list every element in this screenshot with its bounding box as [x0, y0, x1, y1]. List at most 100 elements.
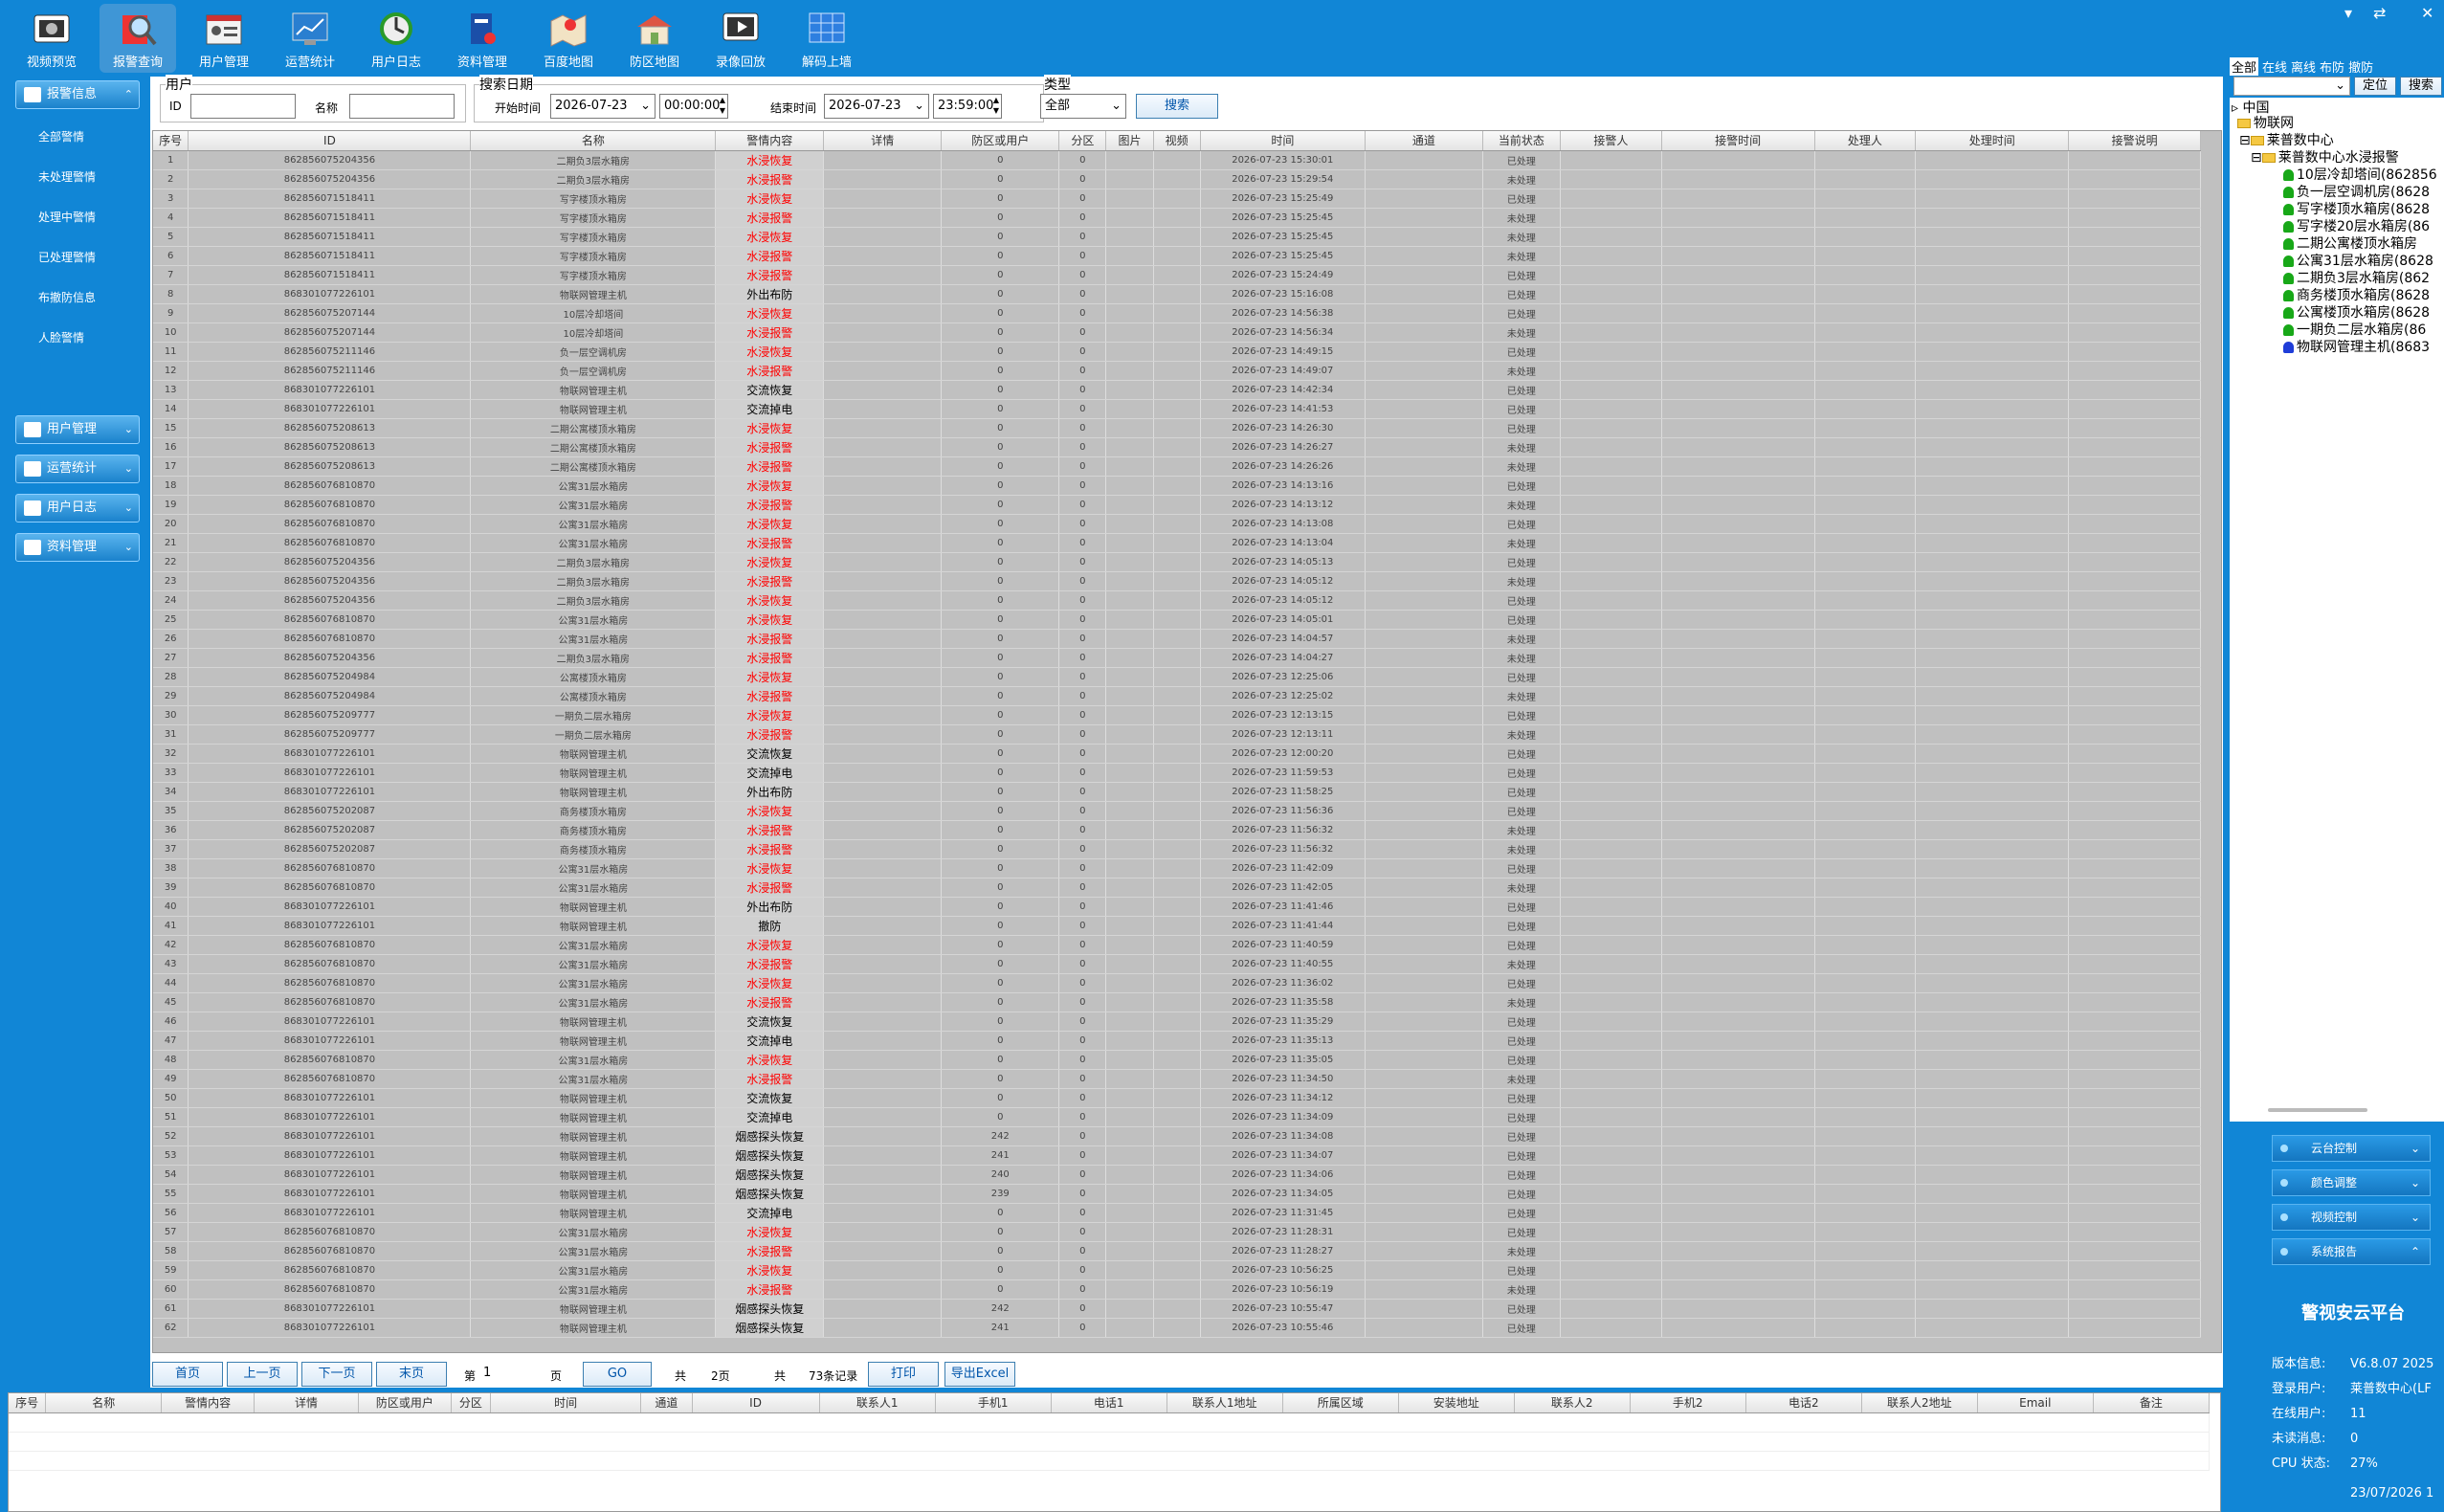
table-row[interactable]: 39 862856076810870 公寓31层水箱房 水浸报警 0 0 2026-07-2…: [153, 878, 2201, 898]
table-row[interactable]: 3 862856071518411 写字楼顶水箱房 水浸恢复 0 0 2026-07-23 …: [153, 189, 2201, 209]
table-row[interactable]: 38 862856076810870 公寓31层水箱房 水浸恢复 0 0 2026-07-2…: [153, 858, 2201, 878]
table-row[interactable]: 10 862856075207144 10层冷却塔间 水浸报警 0 0 2026-07-23…: [153, 322, 2201, 343]
table-row[interactable]: 62 868301077226101 物联网管理主机 烟感探头恢复 241 0 2026-0…: [153, 1318, 2201, 1338]
column-header[interactable]: 处理时间: [1915, 131, 2070, 151]
toolbar-data-manage[interactable]: 资料管理: [444, 4, 521, 73]
column-header[interactable]: 联系人2地址: [1861, 1393, 1978, 1413]
print-button[interactable]: 打印: [868, 1362, 939, 1387]
column-header[interactable]: 联系人1地址: [1166, 1393, 1283, 1413]
tree-node-device[interactable]: 公寓楼顶水箱房(8628: [2283, 302, 2430, 322]
column-header[interactable]: 接警说明: [2068, 131, 2201, 151]
column-header[interactable]: 序号: [9, 1393, 47, 1413]
table-row[interactable]: 17 862856075208613 二期公寓楼顶水箱房 水浸报警 0 0 2026-07-…: [153, 456, 2201, 477]
table-row[interactable]: 36 862856075202087 商务楼顶水箱房 水浸报警 0 0 2026-07-23…: [153, 820, 2201, 840]
table-row[interactable]: 34 868301077226101 物联网管理主机 外出布防 0 0 2026-07-23…: [153, 782, 2201, 802]
column-header[interactable]: 手机2: [1630, 1393, 1746, 1413]
table-row[interactable]: 22 862856075204356 二期负3层水箱房 水浸恢复 0 0 2026-07-2…: [153, 552, 2201, 572]
tree-node-device[interactable]: 负一层空调机房(8628: [2283, 182, 2430, 201]
nav-item-face-alarm[interactable]: 人脸警情: [38, 329, 84, 345]
column-header[interactable]: 通道: [640, 1393, 693, 1413]
column-header[interactable]: 通道: [1365, 131, 1483, 151]
column-header[interactable]: ID: [692, 1393, 820, 1413]
table-row[interactable]: 1 862856075204356 二期负3层水箱房 水浸恢复 0 0 2026-07-23…: [153, 150, 2201, 170]
column-header[interactable]: 安装地址: [1398, 1393, 1515, 1413]
table-row[interactable]: 45 862856076810870 公寓31层水箱房 水浸报警 0 0 2026-07-2…: [153, 992, 2201, 1012]
table-row[interactable]: 44 862856076810870 公寓31层水箱房 水浸恢复 0 0 2026-07-2…: [153, 973, 2201, 993]
tree-node-device[interactable]: 写字楼20层水箱房(86: [2283, 216, 2430, 235]
column-header[interactable]: 接警时间: [1661, 131, 1815, 151]
table-row[interactable]: 33 868301077226101 物联网管理主机 交流掉电 0 0 2026-07-23…: [153, 763, 2201, 783]
nav-item-handling[interactable]: 处理中警情: [38, 209, 96, 225]
column-header[interactable]: 防区或用户: [358, 1393, 452, 1413]
nav-group-user-log[interactable]: 用户日志 ⌄: [15, 494, 140, 523]
tab-offline[interactable]: 离线: [2291, 57, 2316, 76]
table-row[interactable]: 16 862856075208613 二期公寓楼顶水箱房 水浸报警 0 0 2026-07-…: [153, 437, 2201, 457]
color-adjust-button[interactable]: 颜色调整 ⌄: [2272, 1169, 2431, 1196]
tab-armed[interactable]: 布防: [2320, 57, 2344, 76]
table-row[interactable]: 58 862856076810870 公寓31层水箱房 水浸报警 0 0 2026-07-2…: [153, 1241, 2201, 1261]
column-header[interactable]: 时间: [490, 1393, 642, 1413]
next-page-button[interactable]: 下一页: [301, 1362, 372, 1387]
table-row[interactable]: 5 862856071518411 写字楼顶水箱房 水浸恢复 0 0 2026-07-23 …: [153, 227, 2201, 247]
video-control-button[interactable]: 视频控制 ⌄: [2272, 1204, 2431, 1231]
column-header[interactable]: 详情: [254, 1393, 359, 1413]
toolbar-decode-wall[interactable]: 解码上墙: [789, 4, 865, 73]
table-row[interactable]: 56 868301077226101 物联网管理主机 交流掉电 0 0 2026-07-23…: [153, 1203, 2201, 1223]
table-row[interactable]: 59 862856076810870 公寓31层水箱房 水浸恢复 0 0 2026-07-2…: [153, 1260, 2201, 1280]
tree-node-iot[interactable]: 物联网: [2237, 113, 2294, 132]
table-row[interactable]: 13 868301077226101 物联网管理主机 交流恢复 0 0 2026-07-23…: [153, 380, 2201, 400]
table-row[interactable]: 49 862856076810870 公寓31层水箱房 水浸报警 0 0 2026-07-2…: [153, 1069, 2201, 1089]
nav-group-data-manage[interactable]: 资料管理 ⌄: [15, 533, 140, 562]
tree-node-device[interactable]: 二期公寓楼顶水箱房: [2283, 233, 2417, 253]
column-header[interactable]: 警情内容: [161, 1393, 256, 1413]
column-header[interactable]: 分区: [1058, 131, 1107, 151]
table-row[interactable]: 53 868301077226101 物联网管理主机 烟感探头恢复 241 0 2026-0…: [153, 1145, 2201, 1166]
table-row[interactable]: 29 862856075204984 公寓楼顶水箱房 水浸报警 0 0 2026-07-23…: [153, 686, 2201, 706]
restore-icon[interactable]: ⇄: [2373, 4, 2386, 22]
table-row[interactable]: 11 862856075211146 负一层空调机房 水浸恢复 0 0 2026-07-23…: [153, 342, 2201, 362]
table-row[interactable]: 6 862856071518411 写字楼顶水箱房 水浸报警 0 0 2026-07-23 …: [153, 246, 2201, 266]
table-row[interactable]: 61 868301077226101 物联网管理主机 烟感探头恢复 242 0 2026-0…: [153, 1299, 2201, 1319]
column-header[interactable]: 联系人2: [1514, 1393, 1631, 1413]
table-row[interactable]: 4 862856071518411 写字楼顶水箱房 水浸报警 0 0 2026-07-23 …: [153, 208, 2201, 228]
toolbar-zone-map[interactable]: 防区地图: [616, 4, 693, 73]
table-row[interactable]: 37 862856075202087 商务楼顶水箱房 水浸报警 0 0 2026-07-23…: [153, 839, 2201, 859]
table-row[interactable]: 50 868301077226101 物联网管理主机 交流恢复 0 0 2026-07-23…: [153, 1088, 2201, 1108]
toolbar-baidu-map[interactable]: 百度地图: [530, 4, 607, 73]
column-header[interactable]: 警情内容: [715, 131, 825, 151]
prev-page-button[interactable]: 上一页: [227, 1362, 298, 1387]
tree-scrollbar[interactable]: [2268, 1108, 2367, 1112]
table-row[interactable]: 7 862856071518411 写字楼顶水箱房 水浸报警 0 0 2026-07-23 …: [153, 265, 2201, 285]
column-header[interactable]: 联系人1: [819, 1393, 936, 1413]
table-row[interactable]: 40 868301077226101 物联网管理主机 外出布防 0 0 2026-07-23…: [153, 897, 2201, 917]
column-header[interactable]: 名称: [45, 1393, 163, 1413]
tree-node-device[interactable]: 二期负3层水箱房(862: [2283, 268, 2430, 287]
table-row[interactable]: 55 868301077226101 物联网管理主机 烟感探头恢复 239 0 2026-0…: [153, 1184, 2201, 1204]
search-button[interactable]: 搜索: [1136, 94, 1218, 119]
locate-button[interactable]: 定位: [2354, 77, 2396, 96]
table-row[interactable]: 8 868301077226101 物联网管理主机 外出布防 0 0 2026-07-23 …: [153, 284, 2201, 304]
spinner-icon[interactable]: ▲ ▼: [720, 95, 725, 116]
column-header[interactable]: 电话2: [1745, 1393, 1862, 1413]
table-row[interactable]: 31 862856075209777 一期负二层水箱房 水浸报警 0 0 2026-07-2…: [153, 724, 2201, 745]
column-header[interactable]: 接警人: [1560, 131, 1662, 151]
tab-online[interactable]: 在线: [2262, 57, 2287, 76]
spinner-icon[interactable]: ▲ ▼: [993, 95, 999, 116]
table-row[interactable]: 43 862856076810870 公寓31层水箱房 水浸报警 0 0 2026-07-2…: [153, 954, 2201, 974]
toolbar-user-log[interactable]: 用户日志: [358, 4, 434, 73]
nav-item-handled[interactable]: 已处理警情: [38, 249, 96, 265]
type-select[interactable]: 全部 ⌄: [1040, 94, 1126, 119]
tree-node-center[interactable]: ⊟ 莱普数中心: [2239, 130, 2334, 149]
table-row[interactable]: 54 868301077226101 物联网管理主机 烟感探头恢复 240 0 2026-0…: [153, 1165, 2201, 1185]
column-header[interactable]: 电话1: [1051, 1393, 1167, 1413]
last-page-button[interactable]: 末页: [376, 1362, 447, 1387]
table-row[interactable]: 51 868301077226101 物联网管理主机 交流掉电 0 0 2026-07-23…: [153, 1107, 2201, 1127]
column-header[interactable]: 时间: [1200, 131, 1366, 151]
tab-disarmed[interactable]: 撤防: [2348, 57, 2373, 76]
minimize-icon[interactable]: ▾: [2344, 4, 2352, 22]
start-date-picker[interactable]: 2026-07-23 ⌄: [550, 94, 655, 119]
system-report-button[interactable]: 系统报告 ⌃: [2272, 1238, 2431, 1265]
table-row[interactable]: 32 868301077226101 物联网管理主机 交流恢复 0 0 2026-07-23…: [153, 744, 2201, 764]
table-row[interactable]: 26 862856076810870 公寓31层水箱房 水浸报警 0 0 2026-07-2…: [153, 629, 2201, 649]
column-header[interactable]: 所属区域: [1282, 1393, 1399, 1413]
